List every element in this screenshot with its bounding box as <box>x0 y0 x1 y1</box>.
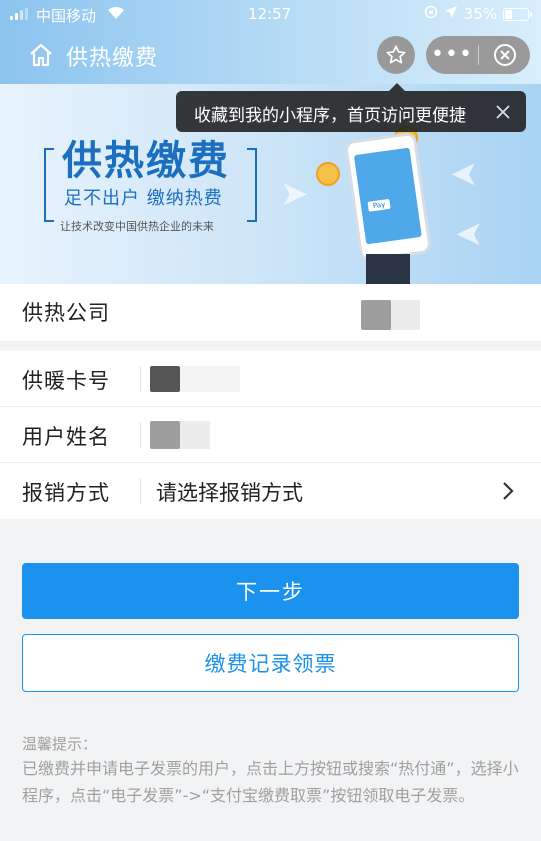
reimbursement-select[interactable]: 请选择报销方式 <box>156 477 303 507</box>
favorite-tooltip: 收藏到我的小程序，首页访问更便捷 <box>176 83 526 132</box>
nav-bar: 供热缴费 ••• <box>0 30 541 80</box>
chevron-right-icon <box>501 481 515 501</box>
page-title: 供热缴费 <box>66 46 159 71</box>
form-row-reimbursement[interactable]: 报销方式 请选择报销方式 <box>0 463 541 519</box>
arrow-decoration-icon: ➤ <box>450 154 479 194</box>
tips-title: 温馨提示： <box>22 735 98 753</box>
carrier-name: 中国移动 <box>36 7 97 25</box>
phone-illustration: Pay <box>343 131 433 263</box>
form-row-company[interactable]: 供热公司 <box>0 284 541 341</box>
more-button[interactable]: ••• <box>426 36 478 74</box>
star-icon <box>386 45 406 64</box>
battery-percent: 35% <box>463 5 497 23</box>
redacted-value <box>150 421 180 449</box>
favorite-button[interactable] <box>377 36 415 74</box>
signal-icon <box>10 8 28 20</box>
redacted-value <box>150 366 180 392</box>
redacted-value <box>361 300 391 330</box>
battery-icon <box>503 7 532 21</box>
home-icon[interactable] <box>28 42 54 68</box>
mini-program-capsule: ••• <box>426 36 530 74</box>
next-step-button[interactable]: 下一步 <box>22 563 519 619</box>
form-row-user-name[interactable]: 用户姓名 <box>0 407 541 463</box>
wifi-icon <box>106 3 126 25</box>
banner-title-box: 供热缴费 足不出户 缴纳热费 让技术改变中国供热企业的未来 <box>44 128 259 248</box>
coin-icon <box>316 162 340 186</box>
banner-slogan: 让技术改变中国供热企业的未来 <box>60 220 214 233</box>
close-circle-icon <box>493 44 516 66</box>
banner-title: 供热缴费 <box>62 138 230 184</box>
status-bar: 中国移动 12:57 35% <box>0 0 541 28</box>
tooltip-close-icon[interactable] <box>494 103 512 121</box>
field-label: 供暖卡号 <box>22 369 110 393</box>
status-time: 12:57 <box>248 5 292 23</box>
field-label: 用户姓名 <box>22 425 110 449</box>
status-right: 35% <box>424 5 532 23</box>
header-area: 中国移动 12:57 35% 供热缴费 ••• <box>0 0 541 84</box>
field-label: 报销方式 <box>22 481 110 505</box>
lock-rotation-icon <box>424 5 438 23</box>
form-row-card-number[interactable]: 供暖卡号 <box>0 351 541 407</box>
tooltip-text: 收藏到我的小程序，首页访问更便捷 <box>194 106 466 126</box>
sleeve-illustration <box>366 254 410 284</box>
tips-body: 已缴费并申请电子发票的用户，点击上方按钮或搜索“热付通”，选择小程序，点击“电子… <box>22 759 519 805</box>
field-label: 供热公司 <box>22 301 110 325</box>
arrow-decoration-icon: ➤ <box>280 174 309 214</box>
close-button[interactable] <box>479 43 530 67</box>
payment-records-button[interactable]: 缴费记录领票 <box>22 634 519 692</box>
banner-subtitle: 足不出户 缴纳热费 <box>64 188 223 209</box>
arrow-decoration-icon: ➤ <box>455 214 484 254</box>
location-icon <box>444 5 458 23</box>
